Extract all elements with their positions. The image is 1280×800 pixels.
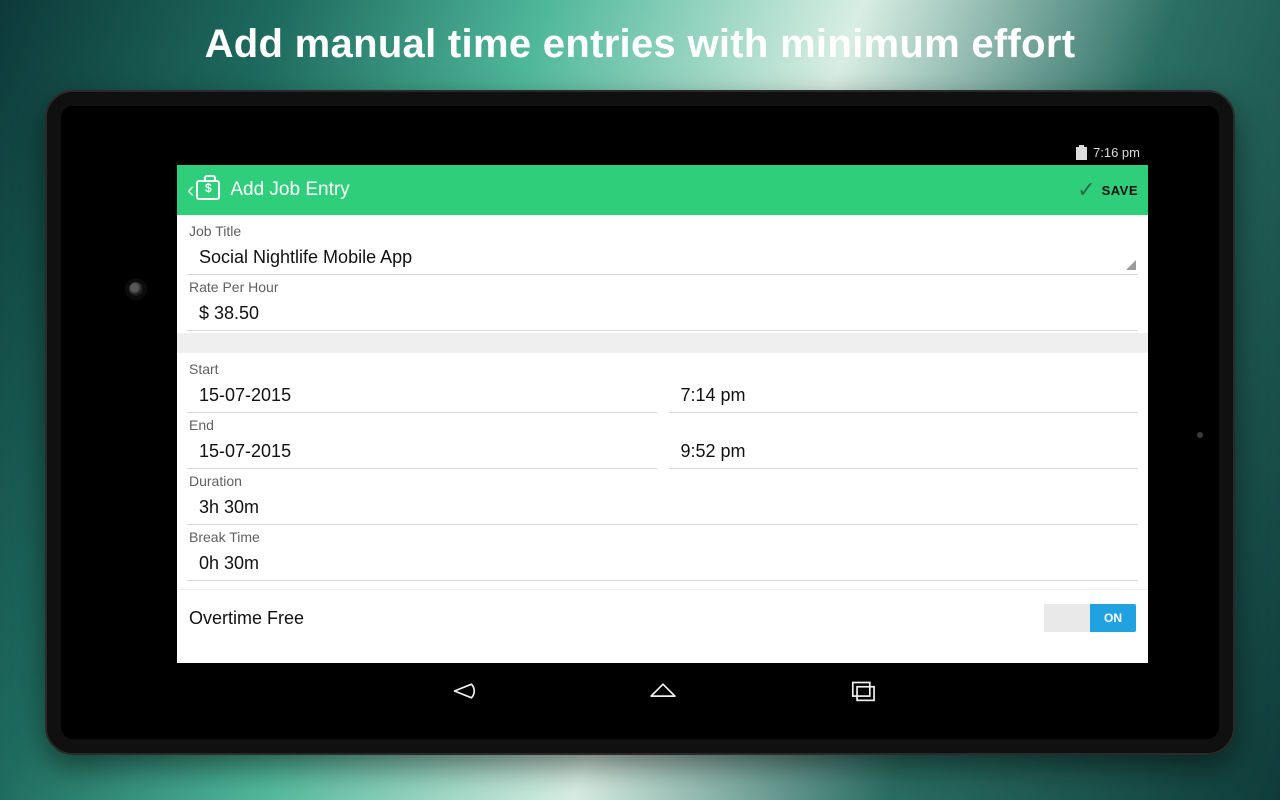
start-label: Start [187,357,1138,377]
android-nav-bar [177,663,1148,718]
break-input[interactable]: 0h 30m [187,545,1138,581]
battery-icon [1076,145,1087,160]
duration-label: Duration [187,469,1138,489]
job-title-label: Job Title [187,219,1138,239]
save-label: SAVE [1102,183,1138,198]
overtime-toggle[interactable]: ON [1044,604,1136,632]
overtime-row: Overtime Free ON [177,589,1148,646]
status-time: 7:16 pm [1093,145,1140,160]
duration-input[interactable]: 3h 30m [187,489,1138,525]
end-time-input[interactable]: 9:52 pm [669,433,1139,469]
start-date-input[interactable]: 15-07-2015 [187,377,657,413]
break-label: Break Time [187,525,1138,545]
app-icon[interactable] [196,180,220,200]
section-divider [177,333,1148,353]
status-bar: 7:16 pm [177,140,1148,165]
device-screen: 7:16 pm ‹ Add Job Entry ✓ SAVE Job Title… [177,140,1148,718]
start-time-input[interactable]: 7:14 pm [669,377,1139,413]
nav-back-button[interactable] [443,671,483,711]
back-chevron-icon[interactable]: ‹ [187,177,196,203]
screen-title: Add Job Entry [230,179,349,201]
checkmark-icon: ✓ [1077,177,1095,203]
nav-home-button[interactable] [643,671,683,711]
promo-title: Add manual time entries with minimum eff… [0,0,1280,67]
rate-label: Rate Per Hour [187,275,1138,295]
toggle-off-track [1044,604,1090,632]
end-date-input[interactable]: 15-07-2015 [187,433,657,469]
tablet-frame: 7:16 pm ‹ Add Job Entry ✓ SAVE Job Title… [45,90,1235,755]
nav-recent-button[interactable] [843,671,883,711]
action-bar: ‹ Add Job Entry ✓ SAVE [177,165,1148,215]
save-button[interactable]: ✓ SAVE [1077,165,1138,215]
end-label: End [187,413,1138,433]
rate-input[interactable]: $ 38.50 [187,295,1138,331]
toggle-on-thumb: ON [1090,604,1136,632]
job-title-spinner[interactable]: Social Nightlife Mobile App [187,239,1138,275]
form-area: Job Title Social Nightlife Mobile App Ra… [177,215,1148,663]
overtime-label: Overtime Free [189,608,304,629]
